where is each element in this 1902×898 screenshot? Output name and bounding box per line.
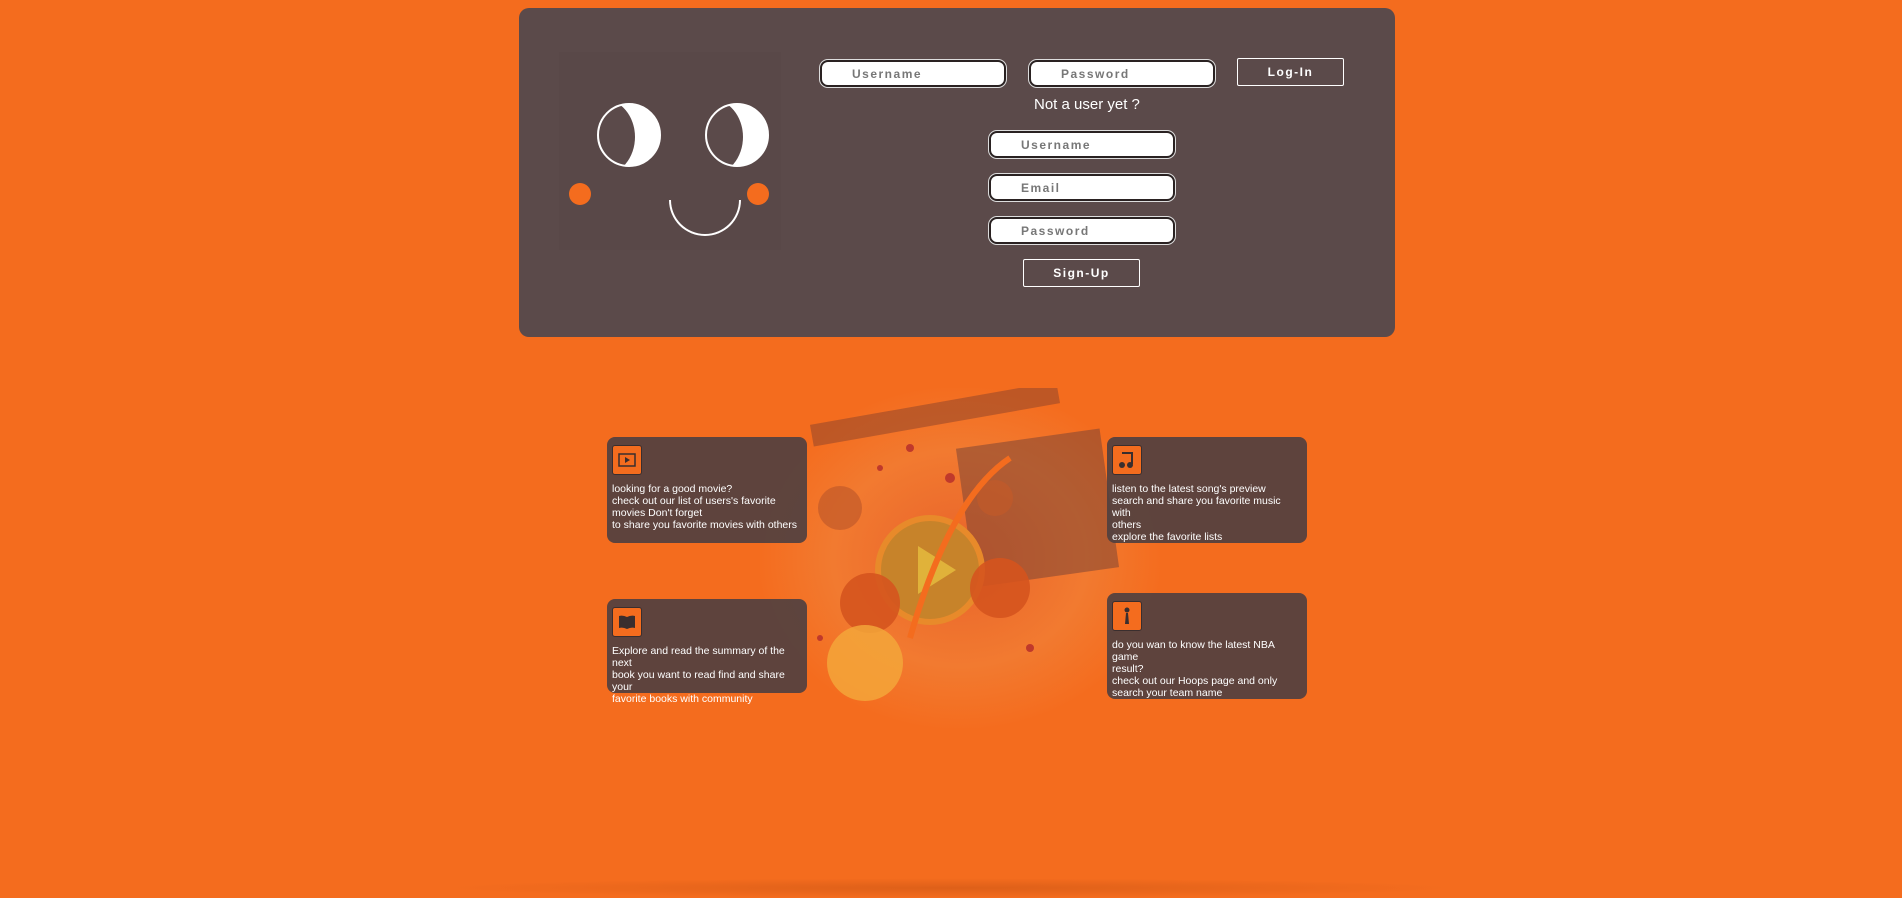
card-text-line: to share you favorite movies with others xyxy=(612,519,798,531)
card-text-line: search your team name xyxy=(1112,687,1223,699)
feature-card-nba: do you wan to know the latest NBA game r… xyxy=(1107,593,1307,699)
smiley-logo xyxy=(559,52,781,250)
login-username-input[interactable] xyxy=(820,60,1006,87)
feature-card-movies: looking for a good movie? check out our … xyxy=(607,437,807,543)
card-text-line: book you want to read find and share you… xyxy=(612,669,785,693)
card-text-line: movies Don't forget xyxy=(612,507,703,519)
card-text-line: favorite books with community xyxy=(612,693,753,705)
card-text-line: check out our Hoops page and only xyxy=(1112,675,1278,687)
auth-panel: Log-In Not a user yet ? Sign-Up xyxy=(519,8,1395,337)
footer-shadow xyxy=(440,878,1460,898)
signup-password-input[interactable] xyxy=(989,217,1175,244)
book-icon xyxy=(612,607,642,637)
movie-icon xyxy=(612,445,642,475)
login-password-input[interactable] xyxy=(1029,60,1215,87)
card-text-line: listen to the latest song's preview xyxy=(1112,483,1266,495)
feature-card-books: Explore and read the summary of the next… xyxy=(607,599,807,705)
card-text-line: explore the favorite lists xyxy=(1112,531,1223,543)
music-icon xyxy=(1112,445,1142,475)
card-text-line: looking for a good movie? xyxy=(612,483,733,495)
login-button[interactable]: Log-In xyxy=(1237,58,1344,86)
basketball-icon xyxy=(1112,601,1142,631)
signup-button[interactable]: Sign-Up xyxy=(1023,259,1140,287)
right-eye xyxy=(705,103,769,167)
signup-prompt: Not a user yet ? xyxy=(1034,96,1140,113)
signup-username-input[interactable] xyxy=(989,131,1175,158)
signup-email-input[interactable] xyxy=(989,174,1175,201)
feature-card-music: listen to the latest song's preview sear… xyxy=(1107,437,1307,543)
card-text-line: result? xyxy=(1112,663,1144,675)
left-cheek xyxy=(569,183,591,205)
card-text-line: Explore and read the summary of the next xyxy=(612,645,785,669)
card-text-line: do you wan to know the latest NBA game xyxy=(1112,639,1275,663)
media-collage-art xyxy=(809,381,1120,701)
left-eye xyxy=(597,103,661,167)
card-text-line: search and share you favorite music with xyxy=(1112,495,1281,519)
card-text-line: check out our list of users's favorite xyxy=(612,495,776,507)
card-text-line: others xyxy=(1112,519,1142,531)
media-collage-image xyxy=(760,381,1160,728)
smile-mouth xyxy=(669,200,741,236)
right-cheek xyxy=(747,183,769,205)
